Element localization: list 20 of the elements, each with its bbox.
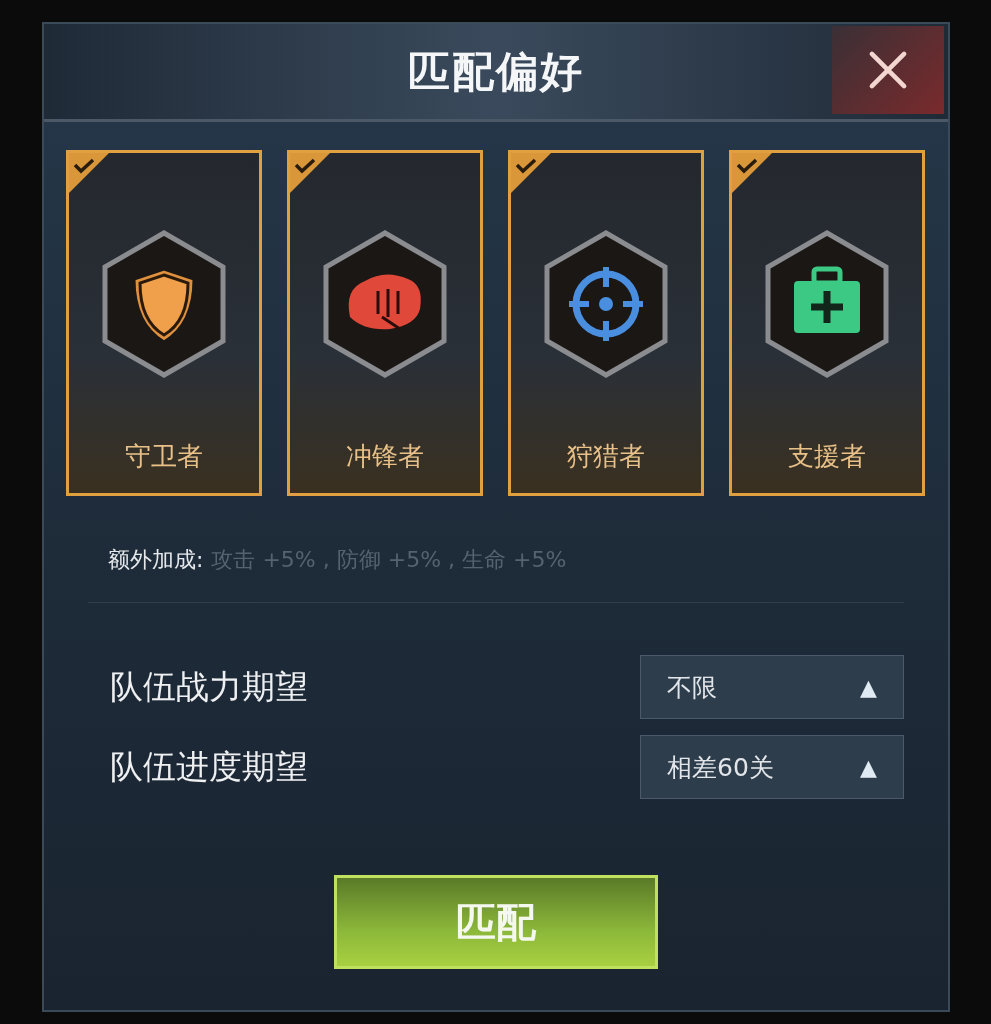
check-corner-icon <box>69 153 109 193</box>
role-card[interactable]: 狩猎者 <box>508 150 704 496</box>
role-label: 狩猎者 <box>567 440 645 473</box>
close-button[interactable] <box>832 26 944 114</box>
role-label: 支援者 <box>788 440 866 473</box>
dropdown[interactable]: 不限 ▲ <box>640 655 904 719</box>
check-corner-icon <box>290 153 330 193</box>
check-corner-icon <box>732 153 772 193</box>
bonus-label: 额外加成: <box>108 546 204 574</box>
setting-label: 队伍进度期望 <box>110 745 308 788</box>
role-label: 冲锋者 <box>346 440 424 473</box>
setting-label: 队伍战力期望 <box>110 665 308 708</box>
dialog-title: 匹配偏好 <box>408 45 584 98</box>
role-card[interactable]: 守卫者 <box>66 150 262 496</box>
check-corner-icon <box>511 153 551 193</box>
role-card[interactable]: 冲锋者 <box>287 150 483 496</box>
role-card[interactable]: 支援者 <box>729 150 925 496</box>
role-label: 守卫者 <box>125 440 203 473</box>
dropdown[interactable]: 相差60关 ▲ <box>640 735 904 799</box>
bonus-value: 攻击 +5% , 防御 +5% , 生命 +5% <box>211 546 567 574</box>
